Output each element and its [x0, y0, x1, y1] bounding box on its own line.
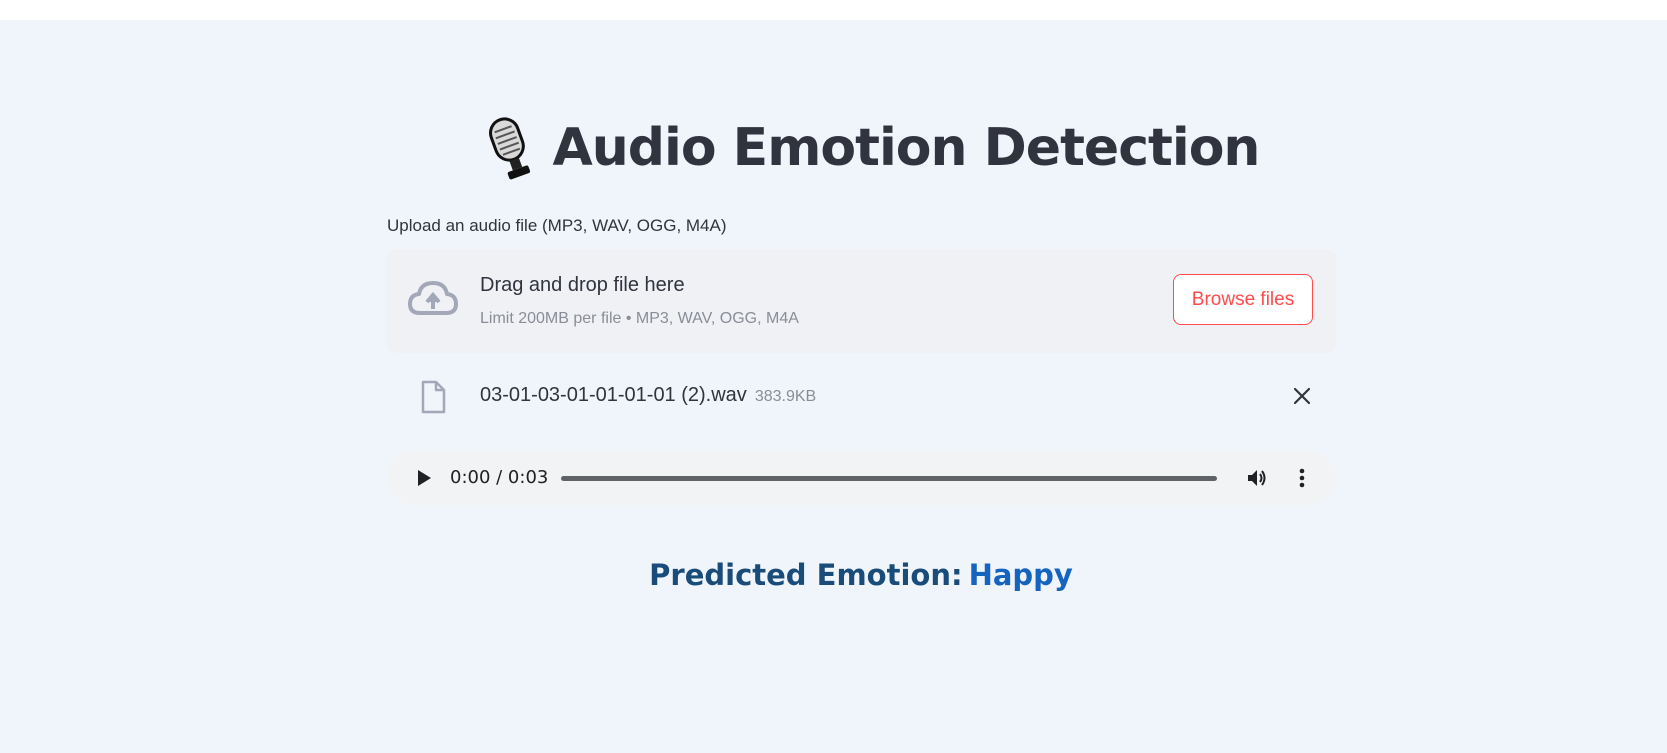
close-icon[interactable] [1290, 384, 1314, 408]
more-vert-icon[interactable] [1290, 466, 1314, 490]
page-title-text: Audio Emotion Detection [552, 118, 1261, 178]
dropzone-hint: Limit 200MB per file • MP3, WAV, OGG, M4… [480, 310, 799, 327]
play-icon[interactable] [411, 466, 435, 490]
prediction-value: Happy [968, 558, 1073, 592]
file-name: 03-01-03-01-01-01-01 (2).wav 383.9KB [480, 384, 816, 407]
top-bar [0, 0, 1667, 20]
uploaded-file-row: 03-01-03-01-01-01-01 (2).wav 383.9KB [387, 366, 1336, 426]
file-size: 383.9KB [754, 388, 817, 405]
file-icon [421, 380, 446, 414]
audio-player: 0:00 / 0:03 [387, 451, 1336, 505]
dropzone-title: Drag and drop file here [480, 274, 685, 296]
upload-label: Upload an audio file (MP3, WAV, OGG, M4A… [387, 216, 727, 235]
browse-files-button[interactable]: Browse files [1173, 274, 1313, 325]
progress-bar[interactable] [561, 476, 1217, 481]
volume-icon[interactable] [1245, 466, 1269, 490]
cloud-upload-icon [408, 281, 458, 315]
time-display: 0:00 / 0:03 [450, 467, 549, 488]
file-dropzone[interactable]: Drag and drop file here Limit 200MB per … [387, 249, 1336, 353]
page-title: Audio Emotion Detection [0, 114, 1667, 182]
prediction-label: Predicted Emotion: [649, 558, 963, 592]
microphone-icon [488, 117, 530, 180]
prediction-result: Predicted Emotion: Happy [0, 558, 1667, 592]
app-main: Audio Emotion Detection Upload an audio … [0, 20, 1667, 753]
file-name-text: 03-01-03-01-01-01-01 (2).wav [480, 384, 747, 406]
